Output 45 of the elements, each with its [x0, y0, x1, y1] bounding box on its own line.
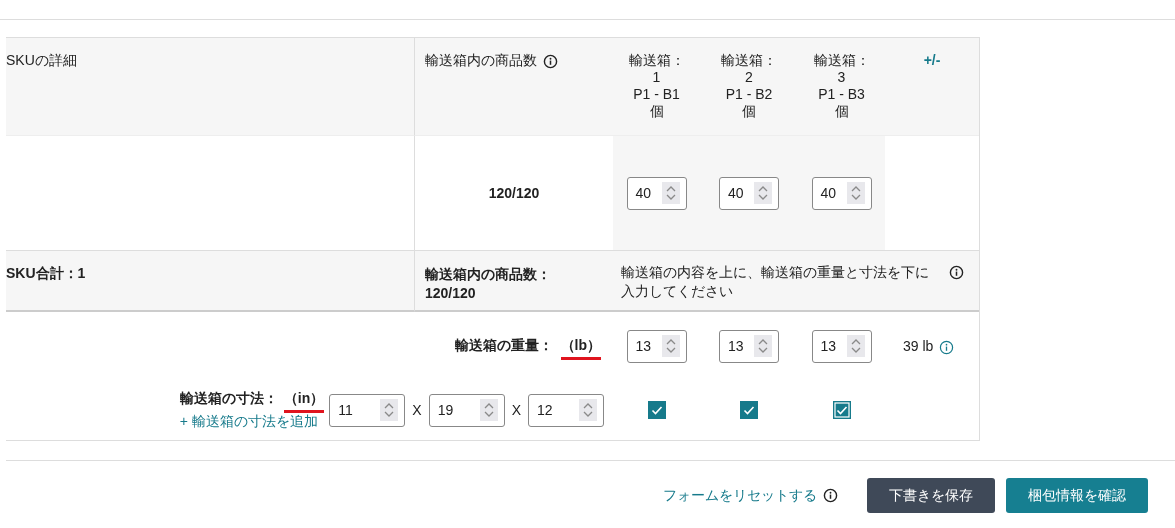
info-icon[interactable]: [543, 54, 558, 69]
add-remove-link[interactable]: +/-: [923, 52, 941, 68]
checkbox[interactable]: [740, 401, 758, 419]
spinner-icon[interactable]: [380, 399, 399, 421]
spinner-icon[interactable]: [661, 335, 680, 357]
weight-field[interactable]: 13: [719, 329, 779, 363]
weight-label: 輸送箱の重量：: [454, 337, 553, 355]
checkbox[interactable]: [832, 401, 851, 419]
column-heading: SKUの詳細: [6, 52, 77, 70]
quantity-field[interactable]: 40: [626, 176, 687, 210]
spinner-icon[interactable]: [846, 335, 865, 357]
times-sign: X: [511, 402, 521, 418]
units-summary: 輸送箱内の商品数： 120/120: [425, 265, 551, 303]
dimension-field[interactable]: 12: [528, 393, 604, 427]
add-dimensions-link[interactable]: + 輸送箱の寸法を追加: [179, 412, 325, 431]
dimension-field[interactable]: 19: [428, 393, 505, 427]
quantity-field[interactable]: 40: [719, 176, 779, 210]
checkbox[interactable]: [647, 401, 666, 419]
reset-form-link[interactable]: フォームをリセットする: [663, 486, 817, 505]
sku-total: SKU合計：1: [6, 265, 86, 283]
spinner-icon[interactable]: [754, 335, 772, 357]
weight-field[interactable]: 13: [626, 329, 687, 363]
units-total: 120/120: [488, 185, 540, 201]
weight-total: 39 lb: [903, 338, 934, 354]
instruction-text: 輸送箱の内容を上に、輸送箱の重量と寸法を下に入力してください: [621, 263, 930, 301]
box-column-heading: 輸送箱： 2 P1 - B2 個: [721, 52, 777, 120]
dimensions-label: 輸送箱の寸法：: [179, 389, 278, 408]
confirm-button[interactable]: 梱包情報を確認: [1006, 478, 1148, 513]
unit-label: （lb）: [560, 337, 601, 360]
quantity-field[interactable]: 40: [811, 176, 872, 210]
weight-field[interactable]: 13: [811, 329, 872, 363]
spinner-icon[interactable]: [846, 182, 865, 204]
info-icon[interactable]: [949, 265, 964, 280]
box-column-heading: 輸送箱： 1 P1 - B1 個: [628, 52, 685, 120]
spinner-icon[interactable]: [661, 182, 680, 204]
dimension-field[interactable]: 11: [329, 393, 406, 427]
times-sign: X: [412, 402, 422, 418]
spinner-icon[interactable]: [579, 399, 597, 421]
save-draft-button[interactable]: 下書きを保存: [867, 478, 995, 513]
spinner-icon[interactable]: [754, 182, 772, 204]
column-heading: 輸送箱内の商品数: [425, 52, 537, 70]
box-column-heading: 輸送箱： 3 P1 - B3 個: [813, 52, 870, 120]
unit-label: （in）: [283, 389, 325, 413]
info-icon[interactable]: [823, 488, 838, 503]
spinner-icon[interactable]: [479, 399, 498, 421]
